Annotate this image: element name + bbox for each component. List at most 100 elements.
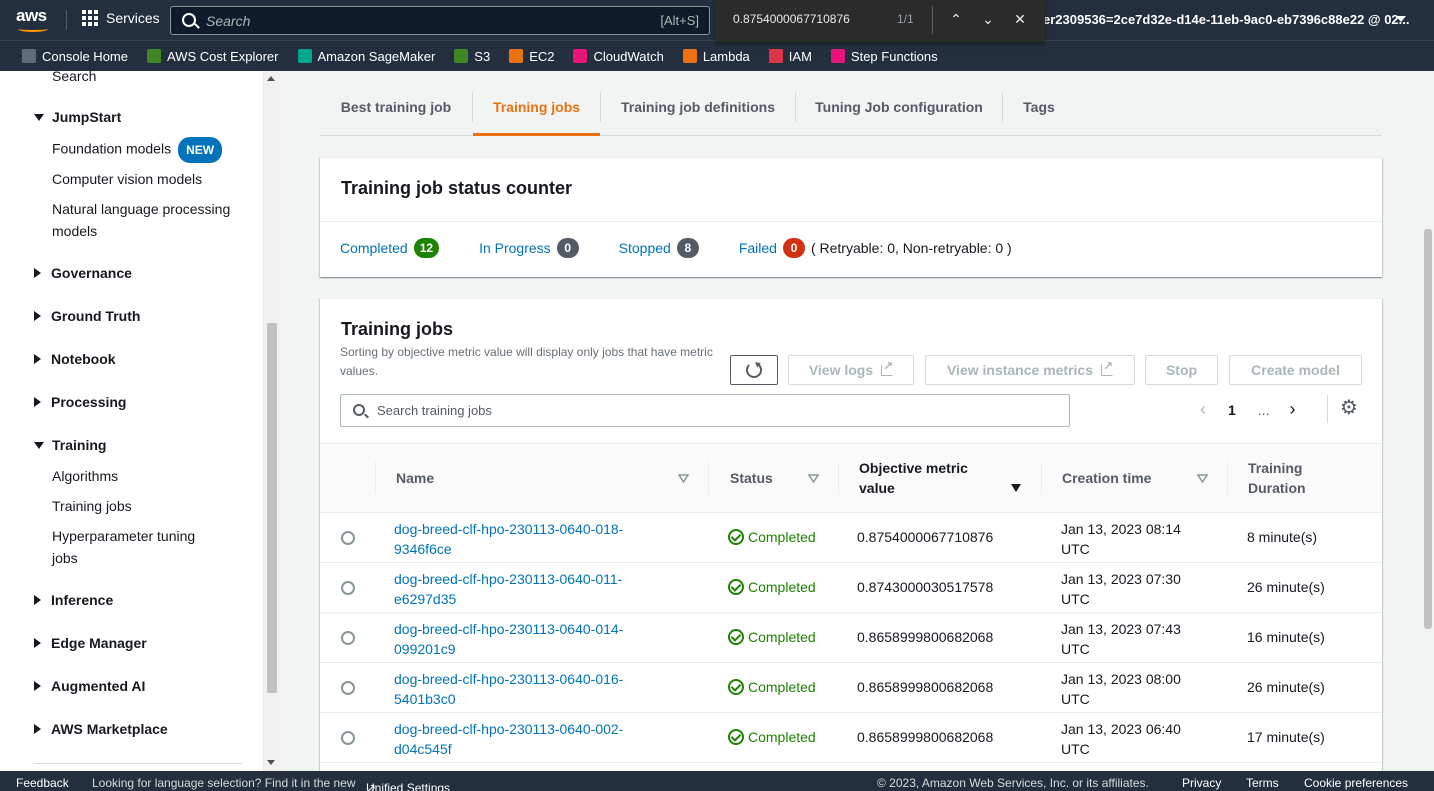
table-row[interactable]: dog-breed-clf-hpo-230113-0640-011-e6297d…: [320, 563, 1382, 613]
table-row[interactable]: dog-breed-clf-hpo-230113-0640-016-5401b3…: [320, 663, 1382, 713]
favorite-ec2[interactable]: EC2: [509, 49, 554, 64]
sidebar-scrollbar[interactable]: [264, 71, 280, 771]
favorite-amazon-sagemaker[interactable]: Amazon SageMaker: [297, 49, 435, 64]
tab-tags[interactable]: Tags: [1003, 86, 1075, 136]
account-menu[interactable]: er2309536=2ce7d32e-d14e-11eb-9ac0-eb7396…: [1043, 12, 1410, 27]
status-text: Completed: [748, 729, 816, 745]
favorite-iam[interactable]: IAM: [768, 49, 812, 64]
row-select-radio[interactable]: [341, 731, 355, 745]
scroll-up-icon[interactable]: [267, 76, 275, 81]
create-model-button[interactable]: Create model: [1229, 355, 1362, 385]
objective-metric-cell: 0.8658999800682068: [857, 729, 994, 745]
sidebar-section-notebook[interactable]: Notebook: [34, 351, 116, 367]
sort-icon[interactable]: [678, 474, 689, 483]
chevron-up-icon[interactable]: ⌃: [947, 10, 965, 28]
close-icon[interactable]: ✕: [1011, 10, 1029, 28]
sidebar-scrollbar-thumb[interactable]: [267, 323, 277, 693]
sidebar-item-hyperparameter-tuning-jobs[interactable]: Hyperparameter tuning jobs: [52, 525, 222, 569]
favorite-aws-cost-explorer[interactable]: AWS Cost Explorer: [147, 49, 279, 64]
column-header-name[interactable]: Name: [396, 468, 434, 488]
sort-icon[interactable]: [1197, 474, 1208, 483]
stop-button[interactable]: Stop: [1145, 355, 1218, 385]
failed-counter[interactable]: Failed 0: [739, 238, 805, 258]
favorite-s3[interactable]: S3: [454, 49, 490, 64]
pager-divider: [1327, 395, 1328, 423]
row-select-radio[interactable]: [341, 631, 355, 645]
tab-training-jobs[interactable]: Training jobs: [473, 86, 600, 136]
stopped-counter[interactable]: Stopped 8: [619, 238, 699, 258]
table-row[interactable]: dog-breed-clf-hpo-230113-0640-018-9346f6…: [320, 513, 1382, 563]
view-logs-button[interactable]: View logs: [788, 355, 914, 385]
sidebar-section-training[interactable]: Training: [34, 437, 106, 453]
find-match-count: 1/1: [897, 12, 914, 26]
cookie-preferences-link[interactable]: Cookie preferences: [1304, 776, 1408, 790]
scroll-down-icon[interactable]: [267, 760, 275, 765]
column-header-status[interactable]: Status: [730, 468, 773, 488]
table-row[interactable]: dog-breed-clf-hpo-230113-0640-002-d04c54…: [320, 713, 1382, 763]
row-select-radio[interactable]: [341, 681, 355, 695]
tab-best-training-job[interactable]: Best training job: [320, 86, 472, 136]
column-header-objective-metric[interactable]: Objective metric value: [859, 458, 989, 498]
training-job-name-link[interactable]: dog-breed-clf-hpo-230113-0640-018-9346f6…: [394, 519, 664, 559]
completed-label: Completed: [340, 240, 408, 256]
sidebar-section-processing[interactable]: Processing: [34, 394, 126, 410]
table-row[interactable]: dog-breed-clf-hpo-230113-0640-014-099201…: [320, 613, 1382, 663]
sort-icon[interactable]: [808, 474, 819, 483]
aws-logo[interactable]: aws: [16, 6, 52, 34]
sidebar-section-edge-manager[interactable]: Edge Manager: [34, 635, 147, 651]
find-query-input[interactable]: 0.8754000067710876: [733, 12, 850, 26]
search-training-jobs-input[interactable]: Search training jobs: [340, 394, 1070, 427]
chevron-right-icon[interactable]: ›: [1289, 399, 1295, 420]
terms-link[interactable]: Terms: [1246, 776, 1279, 790]
sidebar-section-jumpstart[interactable]: JumpStart: [34, 109, 121, 125]
caret-down-icon[interactable]: [1396, 16, 1406, 22]
sidebar-section-aws-marketplace[interactable]: AWS Marketplace: [34, 721, 168, 737]
sidebar-section-inference[interactable]: Inference: [34, 592, 113, 608]
caret-down-icon: [34, 441, 44, 449]
row-select-radio[interactable]: [341, 531, 355, 545]
column-header-creation-time[interactable]: Creation time: [1062, 468, 1151, 488]
chevron-down-icon[interactable]: ⌄: [979, 10, 997, 28]
sidebar-section-governance[interactable]: Governance: [34, 265, 132, 281]
tab-training-job-definitions[interactable]: Training job definitions: [601, 86, 795, 136]
sidebar-section-augmented-ai[interactable]: Augmented AI: [34, 678, 145, 694]
favorite-console-home[interactable]: Console Home: [22, 49, 128, 64]
tab-tuning-job-configuration[interactable]: Tuning Job configuration: [796, 86, 1002, 136]
services-menu-button[interactable]: Services: [82, 10, 160, 26]
training-job-name-link[interactable]: dog-breed-clf-hpo-230113-0640-002-d04c54…: [394, 719, 664, 759]
page-number-button[interactable]: 1: [1228, 402, 1236, 418]
sort-descending-icon[interactable]: [1011, 484, 1021, 492]
training-job-name-link[interactable]: dog-breed-clf-hpo-230113-0640-014-099201…: [394, 619, 664, 659]
favorite-step-functions[interactable]: Step Functions: [830, 49, 938, 64]
sidebar-section-label: JumpStart: [52, 109, 122, 125]
column-separator: [375, 462, 376, 494]
refresh-button[interactable]: [730, 355, 778, 385]
view-instance-metrics-button[interactable]: View instance metrics: [925, 355, 1135, 385]
gear-icon[interactable]: ⚙: [1340, 398, 1360, 419]
global-search-input[interactable]: Search [Alt+S]: [170, 6, 710, 35]
main-scrollbar[interactable]: [1422, 71, 1434, 771]
sidebar-section-ground-truth[interactable]: Ground Truth: [34, 308, 140, 324]
privacy-link[interactable]: Privacy: [1182, 776, 1221, 790]
in-progress-counter[interactable]: In Progress 0: [479, 238, 579, 258]
chevron-left-icon[interactable]: ‹: [1200, 399, 1206, 420]
sidebar-item-training-jobs[interactable]: Training jobs: [52, 495, 132, 517]
button-label: Stop: [1165, 362, 1198, 378]
sidebar-item-computer-vision[interactable]: Computer vision models: [52, 168, 202, 190]
sidebar-item-search[interactable]: Search: [52, 71, 96, 87]
favorite-lambda[interactable]: Lambda: [682, 49, 750, 64]
sidebar-item-foundation-models[interactable]: Foundation models NEW: [52, 137, 223, 163]
main-scrollbar-thumb[interactable]: [1424, 229, 1432, 629]
completed-counter[interactable]: Completed 12: [340, 238, 440, 258]
feedback-link[interactable]: Feedback: [16, 776, 69, 790]
sidebar-item-algorithms[interactable]: Algorithms: [52, 465, 118, 487]
favorite-cloudwatch[interactable]: CloudWatch: [573, 48, 664, 64]
sidebar-item-nlp[interactable]: Natural language processing models: [52, 198, 232, 242]
row-select-radio[interactable]: [341, 581, 355, 595]
favorite-label: CloudWatch: [593, 48, 664, 64]
training-job-name-link[interactable]: dog-breed-clf-hpo-230113-0640-011-e6297d…: [394, 569, 664, 609]
column-header-training-duration[interactable]: Training Duration: [1248, 458, 1338, 498]
caret-right-icon: [34, 268, 41, 278]
training-job-name-link[interactable]: dog-breed-clf-hpo-230113-0640-016-5401b3…: [394, 669, 664, 709]
service-icon: [297, 49, 312, 63]
